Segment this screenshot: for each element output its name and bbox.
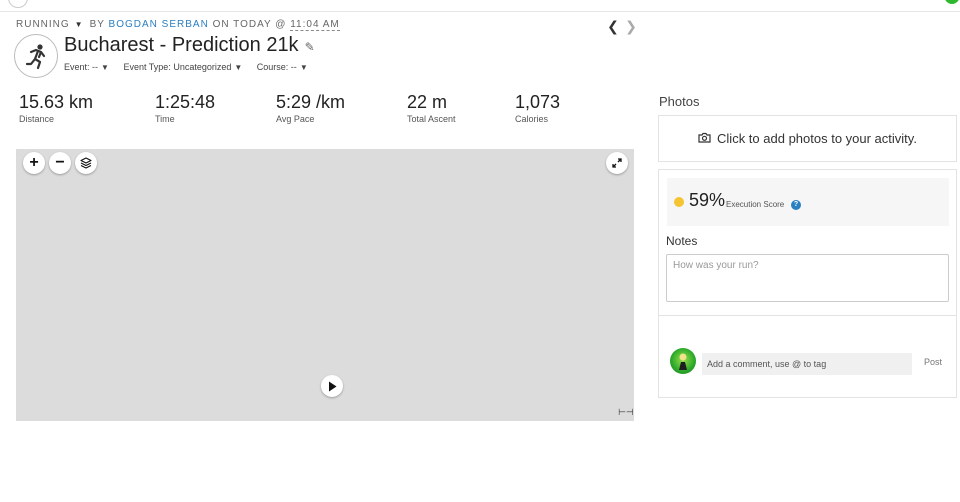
stat-value: 15.63 km — [19, 92, 94, 112]
notes-field[interactable] — [666, 254, 949, 302]
activity-map[interactable]: + − ⊢⊣ — [16, 149, 634, 421]
running-person-icon — [14, 34, 58, 78]
activity-title[interactable]: Bucharest - Prediction 21k — [64, 34, 299, 56]
play-icon[interactable] — [321, 375, 343, 397]
expand-icon[interactable] — [606, 152, 628, 174]
avatar — [670, 348, 696, 374]
execution-score-box: 59% Execution Score ? — [667, 178, 949, 226]
previous-activity-icon[interactable]: ❮ — [604, 18, 622, 35]
activity-meta: Event: -- ▼ Event Type: Uncategorized ▼ Co… — [64, 62, 320, 72]
stat-label: Calories — [515, 114, 549, 124]
menu-circle-icon[interactable] — [8, 0, 28, 8]
chevron-down-icon: ▼ — [234, 63, 243, 72]
activity-type-caret-icon[interactable]: ▼ — [75, 20, 84, 29]
add-photos-label: Click to add photos to your activity. — [717, 131, 917, 146]
event-dropdown[interactable]: Event: -- ▼ — [64, 62, 109, 72]
activity-time[interactable]: 11:04 AM — [290, 19, 340, 31]
map-scale-icon: ⊢⊣ — [618, 407, 634, 417]
layers-icon[interactable] — [75, 152, 97, 174]
stat-distance: 15.63 km Distance — [19, 92, 93, 124]
execution-score-value: 59% — [689, 190, 726, 210]
stat-label: Time — [155, 114, 175, 124]
stat-label: Avg Pace — [276, 114, 315, 124]
stat-label: Total Ascent — [407, 114, 456, 124]
author-link[interactable]: BOGDAN SERBAN — [109, 19, 209, 30]
activity-byline: RUNNING ▼ BY BOGDAN SERBAN ON TODAY @ 11:0… — [16, 19, 340, 31]
chevron-down-icon: ▼ — [299, 63, 308, 72]
course-dropdown[interactable]: Course: -- ▼ — [257, 62, 308, 72]
activity-type-label[interactable]: RUNNING — [16, 19, 70, 30]
camera-icon — [698, 131, 717, 146]
zoom-out-button[interactable]: − — [49, 152, 71, 174]
chevron-down-icon: ▼ — [101, 63, 109, 72]
event-type-dropdown[interactable]: Event Type: Uncategorized ▼ — [123, 62, 242, 72]
post-button[interactable]: Post — [924, 357, 942, 367]
stat-total-ascent: 22 m Total Ascent — [407, 92, 456, 124]
activity-navigation: ❮ ❯ — [604, 18, 640, 35]
top-bar — [0, 0, 960, 12]
stat-avg-pace: 5:29 /km Avg Pace — [276, 92, 345, 124]
stat-value: 22 m — [407, 92, 448, 112]
stat-label: Distance — [19, 114, 55, 124]
execution-score-dot — [674, 197, 684, 207]
activity-title-row: Bucharest - Prediction 21k ✎ — [64, 34, 315, 57]
stat-value: 1,073 — [515, 92, 561, 112]
comment-input[interactable] — [702, 353, 912, 375]
execution-score-label: Execution Score — [726, 200, 785, 209]
notes-heading: Notes — [666, 234, 698, 248]
zoom-in-button[interactable]: + — [23, 152, 45, 174]
divider — [659, 315, 956, 316]
stat-calories: 1,073 Calories — [515, 92, 560, 124]
pencil-icon[interactable]: ✎ — [305, 40, 315, 54]
help-icon[interactable]: ? — [791, 200, 801, 210]
stat-value: 5:29 /km — [276, 92, 346, 112]
stat-time: 1:25:48 Time — [155, 92, 215, 124]
details-panel: 59% Execution Score ? Notes Post — [658, 169, 957, 398]
by-label: BY — [89, 19, 105, 30]
user-avatar-small[interactable] — [944, 0, 960, 4]
add-photos-button[interactable]: Click to add photos to your activity. — [658, 115, 957, 162]
on-label: ON TODAY @ — [212, 19, 287, 30]
stat-value: 1:25:48 — [155, 92, 216, 112]
photos-heading: Photos — [659, 94, 700, 109]
next-activity-icon[interactable]: ❯ — [622, 18, 640, 35]
